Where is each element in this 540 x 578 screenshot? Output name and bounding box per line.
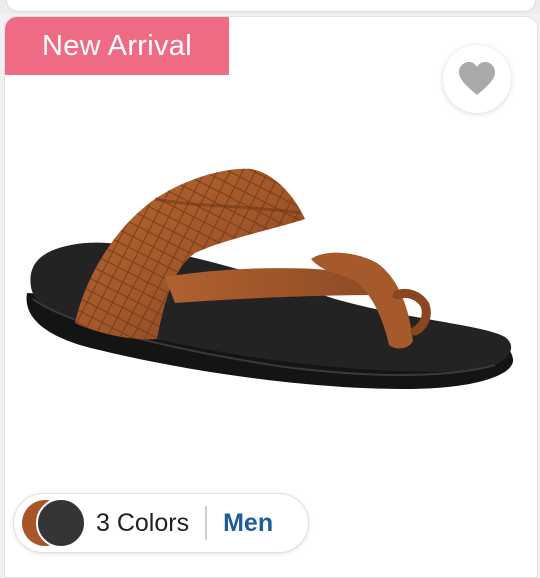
gender-link[interactable]: Men: [223, 509, 273, 538]
previous-card-bottom: [6, 0, 536, 12]
product-image[interactable]: [5, 127, 537, 427]
new-arrival-badge: New Arrival: [5, 17, 229, 75]
color-variants-chip[interactable]: 3 Colors Men: [13, 493, 309, 553]
swatch-black[interactable]: [36, 498, 86, 548]
wishlist-button[interactable]: [443, 45, 511, 113]
heart-icon: [459, 62, 495, 95]
colors-count-label: 3 Colors: [96, 508, 190, 537]
previous-card-edge: [0, 0, 540, 14]
color-swatches[interactable]: [20, 497, 88, 549]
chip-divider: [205, 506, 208, 540]
product-card[interactable]: New Arrival 3 Colors Men: [4, 16, 538, 578]
badge-label: New Arrival: [42, 29, 192, 62]
